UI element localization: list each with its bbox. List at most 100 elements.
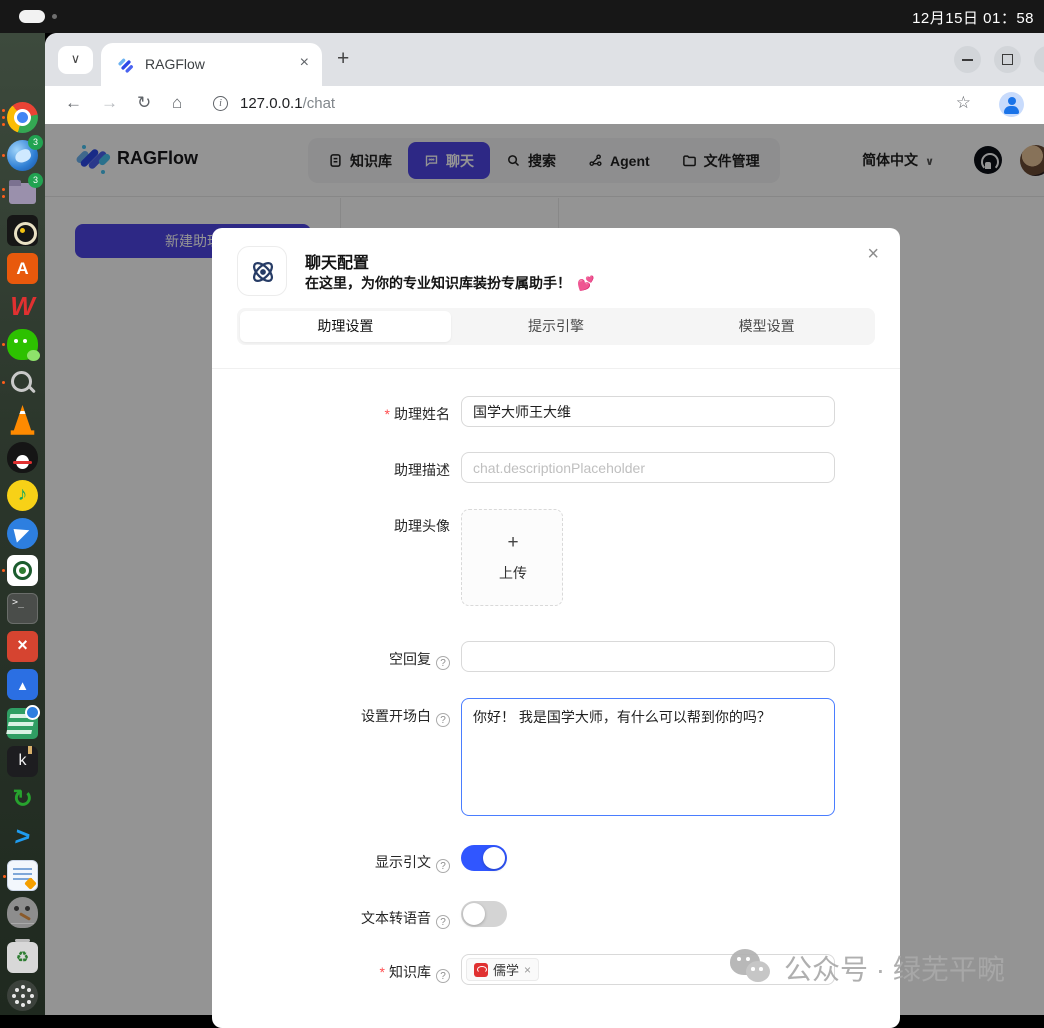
trash-icon[interactable]: ♻: [7, 939, 38, 973]
home-icon[interactable]: ⌂: [172, 93, 182, 113]
help-icon[interactable]: ?: [436, 969, 450, 983]
modal-tabs: 助理设置 提示引擎 模型设置: [237, 308, 875, 345]
modal-close-icon[interactable]: ×: [867, 243, 879, 266]
system-clock[interactable]: 12月15日 01：58: [912, 7, 1034, 28]
system-top-bar: 12月15日 01：58: [0, 0, 1044, 33]
dictionary-app-icon[interactable]: [7, 705, 40, 739]
qq-music-icon[interactable]: ♪: [7, 480, 38, 511]
assistant-description-label: 助理描述: [394, 462, 450, 478]
back-icon[interactable]: ←: [65, 93, 82, 113]
tab-close-icon[interactable]: ×: [300, 54, 309, 72]
bookmark-star-icon[interactable]: ☆: [956, 93, 971, 113]
running-dots: [2, 109, 5, 112]
upload-label: 上传: [499, 565, 527, 581]
chrome-icon[interactable]: [2, 102, 38, 133]
qq-icon[interactable]: [7, 442, 38, 473]
window-minimize-button[interactable]: [954, 46, 981, 73]
knowledge-base-label: 知识库?: [380, 962, 450, 983]
terminal-icon[interactable]: >_: [7, 593, 38, 624]
running-dot: [2, 381, 5, 384]
search-app-icon[interactable]: [2, 367, 38, 398]
watermark: 公众号 · 绿芜平畹: [730, 948, 1005, 988]
green-emblem-app-icon[interactable]: [2, 555, 38, 586]
assistant-name-input[interactable]: [461, 396, 835, 427]
kb-avatar-icon: [474, 962, 488, 977]
modal-subtitle: 在这里，为你的专业知识库装扮专属助手！ 💕: [305, 273, 594, 293]
kb-tag-label: 儒学: [493, 963, 520, 978]
assistant-name-label: 助理姓名: [385, 404, 450, 424]
window-close-button[interactable]: [1034, 46, 1044, 73]
help-icon[interactable]: ?: [436, 713, 450, 727]
red-app-icon[interactable]: ×: [7, 631, 38, 662]
hearts-emoji: 💕: [577, 275, 595, 291]
plus-icon: +: [507, 532, 519, 553]
assistant-description-input[interactable]: [461, 452, 835, 483]
empty-reply-input[interactable]: [461, 641, 835, 672]
url-host: 127.0.0.1: [240, 95, 303, 112]
help-icon[interactable]: ?: [436, 656, 450, 670]
kb-tag-remove-icon[interactable]: ×: [524, 963, 531, 977]
empty-reply-label: 空回复?: [389, 649, 450, 670]
blue-mountain-app-icon[interactable]: ▲: [7, 669, 38, 700]
tab-prompt-engine[interactable]: 提示引擎: [451, 311, 662, 342]
sync-app-icon[interactable]: ↻: [7, 784, 38, 815]
modal-title: 聊天配置: [305, 255, 370, 272]
opener-label: 设置开场白?: [361, 706, 450, 727]
subtitle-text: 在这里，为你的专业知识库装扮专属助手！: [305, 275, 571, 291]
show-apps-icon[interactable]: [7, 980, 38, 1011]
tab-assistant-settings[interactable]: 助理设置: [240, 311, 451, 342]
tab-search-chevron-button[interactable]: ∨: [58, 46, 93, 74]
label-text: 设置开场白: [361, 708, 431, 724]
site-info-icon[interactable]: i: [213, 96, 228, 111]
opener-textarea[interactable]: 你好！ 我是国学大师，有什么可以帮到你的吗？: [461, 698, 835, 816]
address-input[interactable]: 127.0.0.1/chat: [240, 95, 335, 112]
tab-title: RAGFlow: [145, 56, 205, 72]
media-player-icon[interactable]: [7, 215, 38, 246]
tab-model-settings[interactable]: 模型设置: [661, 311, 872, 342]
new-tab-button[interactable]: +: [337, 47, 349, 71]
workspace-indicator[interactable]: [19, 10, 45, 23]
file-manager-icon[interactable]: 3: [2, 173, 43, 209]
running-dot: [2, 154, 5, 157]
browser-profile-avatar[interactable]: [999, 92, 1024, 117]
badge-count: 3: [28, 173, 43, 188]
messenger-app-icon[interactable]: [7, 518, 38, 549]
running-dot: [2, 343, 5, 346]
atom-icon: [252, 261, 274, 283]
assistant-avatar-box: [237, 246, 287, 296]
help-icon[interactable]: ?: [436, 915, 450, 929]
notes-app-icon[interactable]: [3, 860, 38, 891]
reader-app-icon[interactable]: k: [7, 746, 38, 777]
vlc-icon[interactable]: [10, 405, 35, 435]
window-maximize-button[interactable]: [994, 46, 1021, 73]
running-dots: [2, 188, 5, 191]
chat-config-modal: 聊天配置 在这里，为你的专业知识库装扮专属助手！ 💕 × 助理设置 提示引擎 模型…: [212, 228, 900, 1028]
forward-icon[interactable]: →: [101, 93, 118, 113]
tts-label: 文本转语音?: [361, 908, 450, 929]
label-text: 空回复: [389, 651, 431, 667]
wechat-icon[interactable]: [2, 329, 40, 361]
vscode-icon[interactable]: >: [5, 821, 40, 853]
knowledge-base-tag[interactable]: 儒学 ×: [466, 958, 540, 981]
avatar-upload-box[interactable]: + 上传: [461, 509, 563, 606]
dock-divider: [11, 923, 34, 924]
modal-divider: [212, 368, 900, 369]
url-bar: ← → ↻ ⌂ i 127.0.0.1/chat ☆: [45, 86, 1044, 124]
show-citation-toggle[interactable]: [461, 845, 507, 871]
help-icon[interactable]: ?: [436, 859, 450, 873]
toggle-knob: [463, 903, 485, 925]
label-text: 知识库: [389, 964, 431, 980]
url-path: /chat: [302, 95, 336, 112]
wps-office-icon[interactable]: W: [7, 291, 38, 322]
toggle-knob: [483, 847, 505, 869]
workspace-dot[interactable]: [52, 14, 57, 19]
tts-toggle[interactable]: [461, 901, 507, 927]
ragflow-favicon: [118, 58, 133, 73]
app-store-icon[interactable]: A: [7, 253, 38, 284]
downloads-app-icon[interactable]: 3: [2, 135, 43, 171]
wechat-watermark-icon: [730, 949, 774, 987]
assistant-avatar-label: 助理头像: [394, 518, 450, 534]
running-dot: [3, 875, 6, 878]
browser-tab[interactable]: RAGFlow ×: [101, 43, 322, 86]
reload-icon[interactable]: ↻: [137, 93, 151, 113]
